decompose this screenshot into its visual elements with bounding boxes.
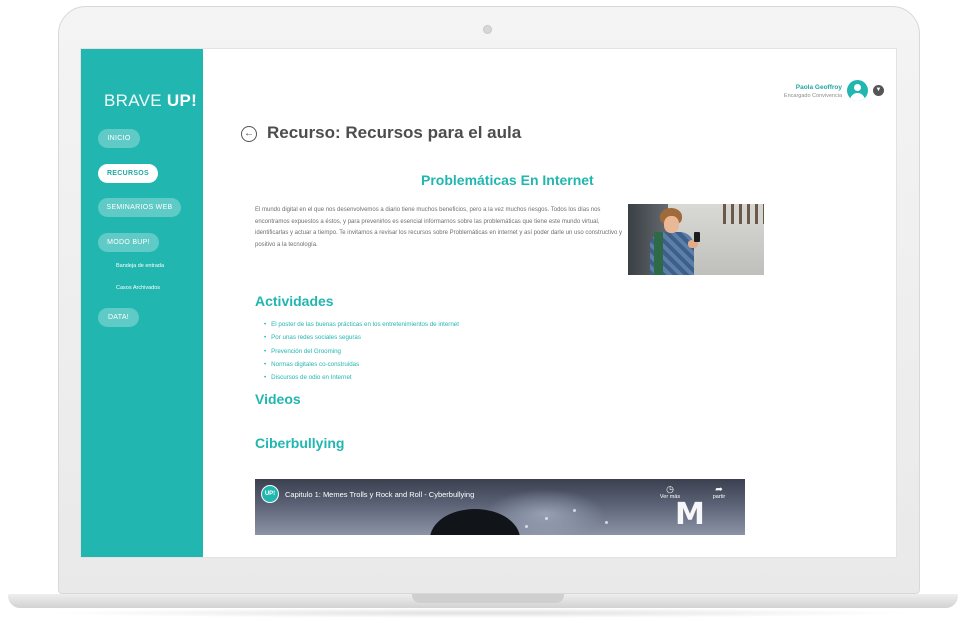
share-button[interactable]: ➦ partir (701, 484, 737, 500)
sidebar-subitem-bandeja[interactable]: Bandeja de entrada (116, 263, 164, 269)
laptop-notch (412, 594, 564, 603)
sidebar-item-seminarios-web[interactable]: SEMINARIOS WEB (98, 198, 181, 217)
brand-watermark: M (675, 497, 705, 532)
sidebar-subitem-casos-archivados[interactable]: Casos Archivados (116, 285, 160, 291)
video-player[interactable]: UP! Capitulo 1: Memes Trolls y Rock and … (255, 479, 745, 535)
activities-list: El poster de las buenas prácticas en los… (264, 318, 459, 384)
page-title: Recurso: Recursos para el aula (267, 123, 522, 142)
section-title: Problemáticas En Internet (421, 172, 594, 188)
sidebar: BRAVE UP! INICIO RECURSOS SEMINARIOS WEB… (81, 49, 203, 557)
camera-icon (483, 25, 492, 34)
sidebar-item-data[interactable]: DATA! (98, 308, 139, 327)
logo-text-bold: UP! (166, 91, 198, 110)
activity-link[interactable]: El poster de las buenas prácticas en los… (264, 318, 459, 331)
sidebar-item-modo-bup[interactable]: MODO BUP! (98, 233, 159, 252)
video-title[interactable]: Capitulo 1: Memes Trolls y Rock and Roll… (285, 490, 474, 499)
clock-icon: ◷ (666, 484, 674, 494)
user-name: Paola Geoffroy (795, 84, 842, 91)
back-arrow-icon[interactable]: ← (241, 126, 257, 142)
cyberbullying-heading: Ciberbullying (255, 435, 345, 451)
logo-text-light: BRAVE (104, 91, 167, 110)
sidebar-item-recursos[interactable]: RECURSOS (98, 164, 158, 183)
laptop-shadow (40, 608, 920, 618)
share-icon: ➦ (715, 484, 723, 494)
activity-link[interactable]: Por unas redes sociales seguras (264, 331, 459, 344)
activity-link[interactable]: Prevención del Grooming (264, 345, 459, 358)
intro-paragraph: El mundo digital en el que nos desenvolv… (255, 207, 623, 248)
brand-logo: BRAVE UP! (104, 91, 197, 111)
avatar-icon[interactable] (847, 80, 868, 101)
user-role: Encargado Convivencia (783, 93, 842, 99)
activity-link[interactable]: Normas digitales co-construidas (264, 358, 459, 371)
chevron-down-icon[interactable]: ▼ (873, 85, 884, 96)
activities-heading: Actividades (255, 293, 334, 309)
videos-heading: Videos (255, 391, 301, 407)
app-screen: BRAVE UP! INICIO RECURSOS SEMINARIOS WEB… (80, 48, 897, 558)
share-label: partir (712, 494, 726, 500)
sidebar-item-inicio[interactable]: INICIO (98, 129, 140, 148)
resource-photo (628, 204, 764, 275)
channel-badge[interactable]: UP! (261, 485, 279, 503)
activity-link[interactable]: Discursos de odio en Internet (264, 371, 459, 384)
